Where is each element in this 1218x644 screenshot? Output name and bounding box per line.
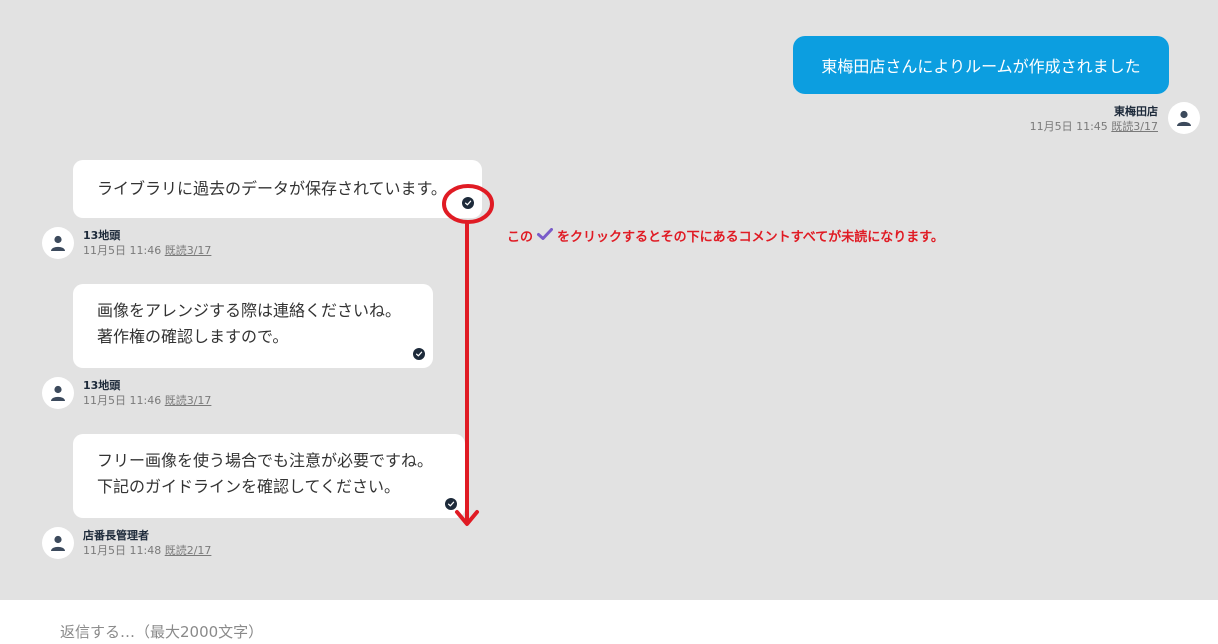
user-avatar-icon bbox=[51, 235, 65, 251]
read-count-link[interactable]: 既読3/17 bbox=[165, 394, 212, 407]
message-meta: 13地頭 11月5日 11:46 既読3/17 bbox=[83, 228, 211, 258]
sender-name: 13地頭 bbox=[83, 229, 121, 242]
user-avatar-icon bbox=[1177, 110, 1191, 126]
avatar[interactable] bbox=[42, 227, 74, 259]
chat-area: 東梅田店さんによりルームが作成されました 東梅田店 11月5日 11:45 既読… bbox=[0, 0, 1218, 600]
reply-input[interactable] bbox=[60, 620, 660, 644]
read-check-button[interactable] bbox=[445, 498, 457, 510]
annotation-suffix: をクリックするとその下にあるコメントすべてが未読になります。 bbox=[557, 230, 944, 245]
avatar[interactable] bbox=[1168, 102, 1200, 134]
read-check-button[interactable] bbox=[462, 197, 474, 209]
message-text-line: フリー画像を使う場合でも注意が必要ですね。 bbox=[97, 451, 434, 470]
message-text-line: 著作権の確認しますので。 bbox=[97, 327, 289, 346]
room-created-bubble: 東梅田店さんによりルームが作成されました bbox=[793, 36, 1169, 94]
sender-name: 13地頭 bbox=[83, 379, 121, 392]
message-meta: 店番長管理者 11月5日 11:48 既読2/17 bbox=[83, 528, 211, 558]
message-bubble: 画像をアレンジする際は連絡くださいね。 著作権の確認しますので。 bbox=[73, 284, 433, 368]
user-avatar-icon bbox=[51, 385, 65, 401]
timestamp: 11月5日 11:48 既読2/17 bbox=[83, 544, 212, 557]
message-meta: 13地頭 11月5日 11:46 既読3/17 bbox=[83, 378, 211, 408]
room-created-meta: 東梅田店 11月5日 11:45 既読3/17 bbox=[1030, 104, 1158, 134]
read-check-icon bbox=[464, 200, 472, 206]
read-check-icon bbox=[447, 501, 455, 507]
read-count-link[interactable]: 既読3/17 bbox=[165, 244, 212, 257]
user-avatar-icon bbox=[51, 535, 65, 551]
checkmark-icon bbox=[537, 227, 554, 244]
annotation-note: この をクリックするとその下にあるコメントすべてが未読になります。 bbox=[507, 226, 944, 245]
room-created-text: 東梅田店さんによりルームが作成されました bbox=[821, 57, 1141, 76]
message-bubble: ライブラリに過去のデータが保存されています。 bbox=[73, 160, 482, 218]
timestamp: 11月5日 11:45 既読3/17 bbox=[1029, 120, 1158, 133]
read-check-icon bbox=[415, 351, 423, 357]
read-count-link[interactable]: 既読2/17 bbox=[165, 544, 212, 557]
message-text: ライブラリに過去のデータが保存されています。 bbox=[97, 179, 447, 198]
timestamp: 11月5日 11:46 既読3/17 bbox=[83, 394, 212, 407]
avatar[interactable] bbox=[42, 527, 74, 559]
sender-name: 店番長管理者 bbox=[83, 529, 149, 542]
message-text-line: 画像をアレンジする際は連絡くださいね。 bbox=[97, 301, 402, 320]
message-bubble: フリー画像を使う場合でも注意が必要ですね。 下記のガイドラインを確認してください… bbox=[73, 434, 465, 518]
sender-name: 東梅田店 bbox=[1114, 105, 1158, 118]
annotation-prefix: この bbox=[507, 230, 534, 245]
read-check-button[interactable] bbox=[413, 348, 425, 360]
timestamp: 11月5日 11:46 既読3/17 bbox=[83, 244, 212, 257]
avatar[interactable] bbox=[42, 377, 74, 409]
message-text-line: 下記のガイドラインを確認してください。 bbox=[97, 477, 401, 496]
read-count-link[interactable]: 既読3/17 bbox=[1111, 120, 1158, 133]
